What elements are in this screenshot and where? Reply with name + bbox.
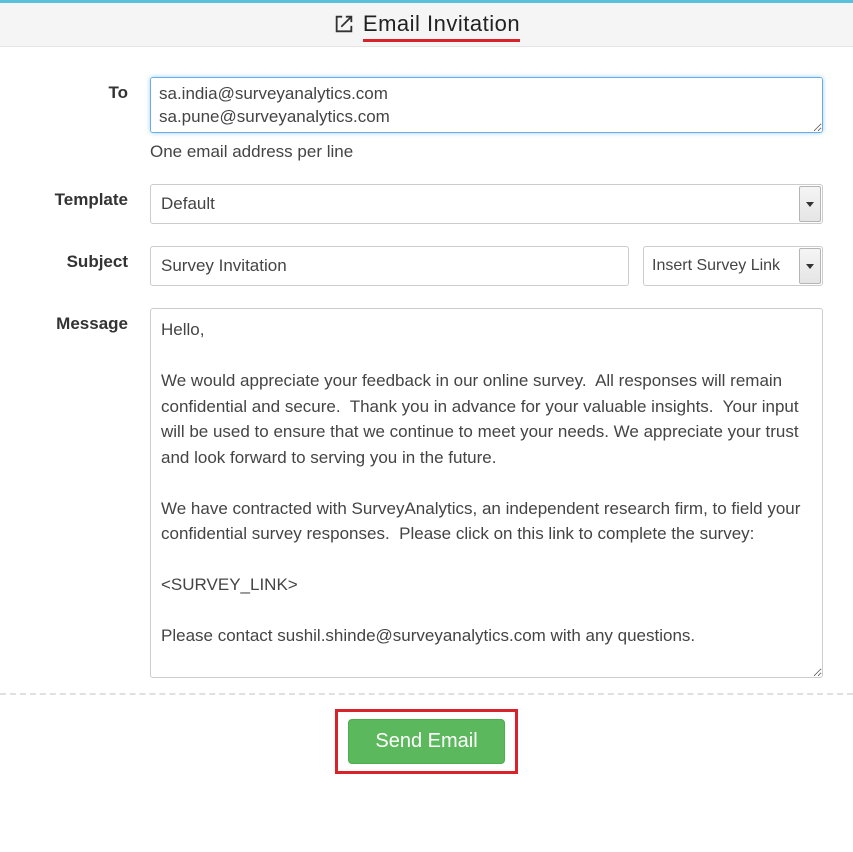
row-subject: Subject Insert Survey Link <box>30 246 823 286</box>
insert-link-label: Insert Survey Link <box>652 257 780 275</box>
subject-input[interactable] <box>150 246 629 286</box>
insert-link-select[interactable]: Insert Survey Link <box>643 246 823 286</box>
to-input[interactable] <box>150 77 823 133</box>
label-subject: Subject <box>30 246 150 272</box>
chevron-down-icon <box>799 186 821 222</box>
divider <box>0 693 853 695</box>
page-header: Email Invitation <box>0 3 853 47</box>
send-highlight-box: Send Email <box>335 709 517 774</box>
template-select[interactable]: Default <box>150 184 823 224</box>
page-title: Email Invitation <box>363 11 520 42</box>
row-template: Template Default <box>30 184 823 224</box>
message-input[interactable] <box>150 308 823 678</box>
email-form: To One email address per line Template D… <box>0 47 853 683</box>
label-message: Message <box>30 308 150 334</box>
row-message: Message <box>30 308 823 683</box>
label-template: Template <box>30 184 150 210</box>
to-hint: One email address per line <box>150 142 823 162</box>
share-icon <box>333 13 355 40</box>
action-row: Send Email <box>0 709 853 794</box>
send-button[interactable]: Send Email <box>348 719 504 764</box>
chevron-down-icon <box>799 248 821 284</box>
row-to: To One email address per line <box>30 77 823 162</box>
label-to: To <box>30 77 150 103</box>
template-selected-value: Default <box>161 194 215 214</box>
